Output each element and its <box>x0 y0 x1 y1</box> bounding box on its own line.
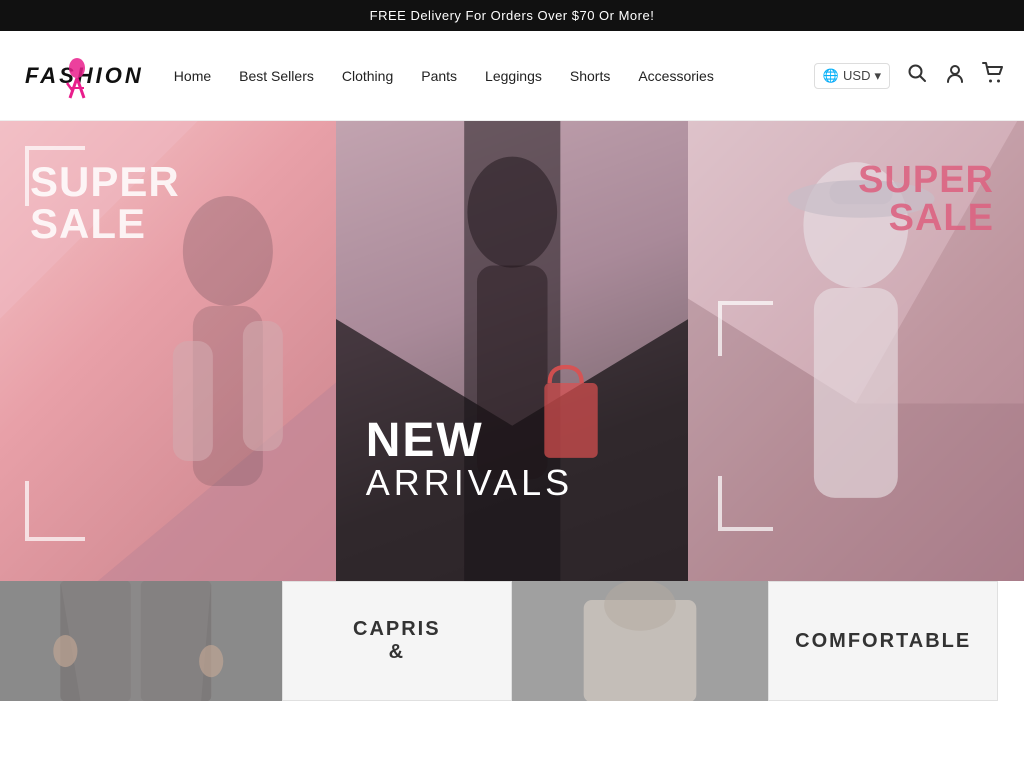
bottom-category-title-left: CAPRIS <box>353 618 441 641</box>
announcement-text: FREE Delivery For Orders Over $70 Or Mor… <box>370 8 655 23</box>
main-nav: Home Best Sellers Clothing Pants Legging… <box>174 64 814 88</box>
nav-item-accessories[interactable]: Accessories <box>638 64 713 88</box>
bottom-image-left <box>0 581 282 701</box>
bottom-panel-left[interactable]: CAPRIS & <box>0 581 512 701</box>
search-icon <box>907 63 927 88</box>
nav-item-clothing[interactable]: Clothing <box>342 64 393 88</box>
currency-selector[interactable]: 🌐 USD ▾ <box>814 63 890 89</box>
nav-item-leggings[interactable]: Leggings <box>485 64 542 88</box>
user-icon <box>945 63 965 88</box>
logo[interactable]: FASHION <box>20 63 144 89</box>
bottom-image-right <box>512 581 768 701</box>
hero-panel-right[interactable]: SUPER SALE <box>688 121 1024 581</box>
bottom-category-sub-left: & <box>389 641 405 664</box>
new-label: NEW <box>366 417 573 465</box>
header-actions: 🌐 USD ▾ <box>814 63 1004 89</box>
logo-icon <box>62 58 92 103</box>
cart-button[interactable] <box>982 65 1004 87</box>
bracket-bottom-decoration <box>25 481 85 541</box>
nav-item-shorts[interactable]: Shorts <box>570 64 610 88</box>
chevron-down-icon: ▾ <box>874 68 881 84</box>
bottom-panel-right[interactable]: COMFORTABLE <box>512 581 1024 701</box>
bottom-text-left[interactable]: CAPRIS & <box>282 581 512 701</box>
bottom-section: CAPRIS & COMFORTABLE <box>0 581 1024 701</box>
super-label-right: SUPER <box>858 161 994 199</box>
search-button[interactable] <box>906 65 928 87</box>
hero-left-text: SUPER SALE <box>30 161 180 245</box>
globe-icon: 🌐 <box>823 68 839 84</box>
hero-right-background: SUPER SALE <box>688 121 1024 581</box>
announcement-bar: FREE Delivery For Orders Over $70 Or Mor… <box>0 0 1024 31</box>
nav-item-pants[interactable]: Pants <box>421 64 457 88</box>
new-arrivals-text: NEW ARRIVALS <box>366 417 573 501</box>
hero-section: SUPER SALE <box>0 121 1024 581</box>
hero-center-background: NEW ARRIVALS <box>336 121 689 581</box>
bracket-top-right <box>718 301 773 356</box>
hero-panel-center[interactable]: NEW ARRIVALS <box>336 121 689 581</box>
nav-item-home[interactable]: Home <box>174 64 211 88</box>
hero-panel-left[interactable]: SUPER SALE <box>0 121 336 581</box>
super-label: SUPER <box>30 161 180 203</box>
arrivals-label: ARRIVALS <box>366 465 573 501</box>
bottom-category-title-right: COMFORTABLE <box>795 630 971 653</box>
hero-right-text: SUPER SALE <box>858 161 994 237</box>
hero-left-background: SUPER SALE <box>0 121 336 581</box>
sale-label-right: SALE <box>858 199 994 237</box>
nav-item-best-sellers[interactable]: Best Sellers <box>239 64 314 88</box>
currency-label: USD <box>843 68 870 83</box>
sale-label: SALE <box>30 203 180 245</box>
cart-icon <box>982 62 1004 89</box>
header: FASHION Home Best Sellers Clothing Pants… <box>0 31 1024 121</box>
bracket-bottom-right <box>718 476 773 531</box>
bottom-text-right[interactable]: COMFORTABLE <box>768 581 998 701</box>
user-button[interactable] <box>944 65 966 87</box>
